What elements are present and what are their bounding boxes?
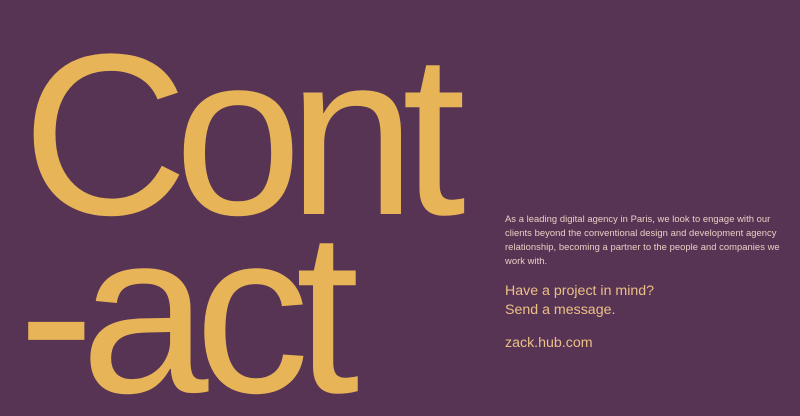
call-to-action: Have a project in mind? Send a message. xyxy=(505,282,790,320)
agency-intro-text: As a leading digital agency in Paris, we… xyxy=(505,213,780,266)
contact-email-link[interactable]: zack.hub.com xyxy=(505,334,790,353)
cta-line-1: Have a project in mind? xyxy=(505,283,655,299)
contact-info-panel: As a leading digital agency in Paris, we… xyxy=(505,212,790,353)
cta-line-2: Send a message. xyxy=(505,302,616,318)
hero-heading-line-2: -act xyxy=(18,184,359,416)
